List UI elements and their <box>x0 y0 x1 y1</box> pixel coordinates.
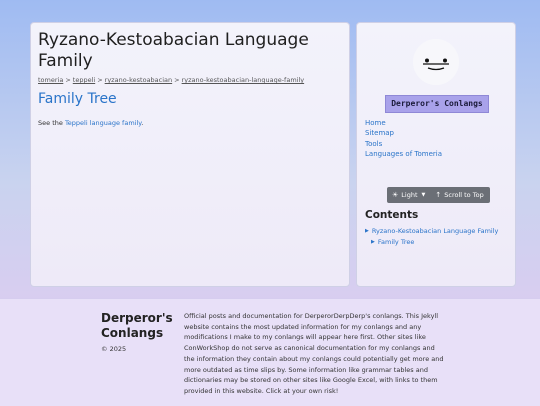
sidebar-nav: Home Sitemap Tools Languages of Tomeria <box>365 118 442 160</box>
sidebar-card: Derperor's Conlangs Home Sitemap Tools L… <box>356 22 516 287</box>
toc-link-language-family[interactable]: Ryzano-Kestoabacian Language Family <box>372 226 499 237</box>
breadcrumb-link-teppeli[interactable]: teppeli <box>73 76 95 84</box>
breadcrumb-link-current[interactable]: ryzano-kestoabacian-language-family <box>182 76 305 84</box>
caret-right-icon: ▶ <box>371 238 375 245</box>
body-paragraph: See the Teppeli language family. <box>38 119 341 127</box>
toc-link-family-tree[interactable]: Family Tree <box>378 237 415 248</box>
scroll-to-top-label: Scroll to Top <box>444 191 484 199</box>
main-content-card: Ryzano-Kestoabacian Language Family tome… <box>30 22 350 287</box>
breadcrumb: tomeria > teppeli > ryzano-kestoabacian > ryza… <box>38 76 341 84</box>
section-title-family-tree: Family Tree <box>38 91 117 107</box>
breadcrumb-link-ryzano-kestoabacian[interactable]: ryzano-kestoabacian <box>105 76 173 84</box>
arrow-up-icon: ↑ <box>435 191 442 199</box>
site-name-badge[interactable]: Derperor's Conlangs <box>385 95 489 113</box>
page-controls: ☀ Light ▼ ↑ Scroll to Top <box>387 187 490 203</box>
face-icon <box>413 39 459 85</box>
body-prefix: See the <box>38 118 65 127</box>
site-footer: Derperor's Conlangs © 2025 Official post… <box>0 298 540 406</box>
footer-description: Official posts and documentation for Der… <box>184 312 444 395</box>
toc-item[interactable]: ▶ Ryzano-Kestoabacian Language Family <box>365 226 498 237</box>
breadcrumb-separator: > <box>174 76 180 84</box>
table-of-contents: ▶ Ryzano-Kestoabacian Language Family ▶ … <box>365 226 498 247</box>
sidebar-item-home[interactable]: Home <box>365 118 442 128</box>
breadcrumb-separator: > <box>65 76 71 84</box>
breadcrumb-separator: > <box>97 76 103 84</box>
breadcrumb-link-tomeria[interactable]: tomeria <box>38 76 63 84</box>
body-suffix: . <box>141 118 144 127</box>
sidebar-item-languages-of-tomeria[interactable]: Languages of Tomeria <box>365 149 442 159</box>
caret-right-icon: ▶ <box>365 228 369 234</box>
theme-label: Light <box>401 191 418 199</box>
theme-selector[interactable]: ☀ Light ▼ <box>392 191 425 199</box>
sidebar-item-tools[interactable]: Tools <box>365 139 442 149</box>
sun-icon: ☀ <box>392 191 399 199</box>
page-title: Ryzano-Kestoabacian Language Family <box>38 30 309 71</box>
contents-heading: Contents <box>365 209 419 221</box>
sidebar-item-sitemap[interactable]: Sitemap <box>365 128 442 138</box>
footer-copyright: © 2025 <box>101 345 127 353</box>
footer-brand: Derperor's Conlangs <box>101 311 173 340</box>
teppeli-language-family-link[interactable]: Teppeli language family <box>65 119 141 127</box>
toc-item[interactable]: ▶ Family Tree <box>371 237 498 248</box>
scroll-to-top-button[interactable]: ↑ Scroll to Top <box>425 191 483 199</box>
